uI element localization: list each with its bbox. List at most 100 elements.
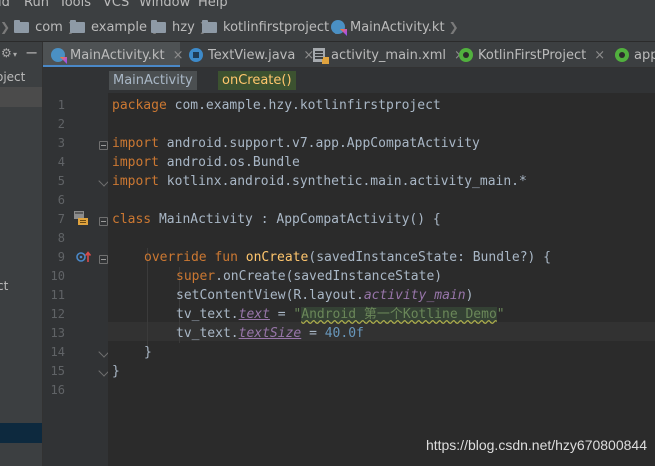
line-number: 7 — [57, 212, 65, 226]
watermark-url: https://blog.csdn.net/hzy670800844 — [425, 437, 647, 453]
tab-label: KotlinFirstProject — [478, 47, 587, 63]
menu-item-run[interactable]: Run — [24, 0, 49, 10]
folder-icon — [202, 19, 217, 33]
code-text: tv_text. — [176, 307, 239, 322]
menu-bar: ld Run Tools VCS Window Help — [0, 0, 655, 12]
breadcrumb-label: MainActivity.kt — [350, 19, 445, 35]
menu-item-window[interactable]: Window — [139, 0, 190, 10]
kotlin-project-icon — [459, 48, 473, 62]
function-name: onCreate — [245, 250, 309, 265]
structure-function-chip[interactable]: onCreate() — [218, 71, 296, 90]
tab-activity-main-xml[interactable]: activity_main.xml × — [305, 42, 465, 67]
code-line-15: } — [112, 362, 120, 381]
code-line-4: import android.os.Bundle — [112, 153, 300, 172]
dropdown-arrow-icon[interactable]: ▾ — [13, 50, 17, 59]
line-number: 3 — [57, 136, 65, 150]
override-method-icon[interactable] — [76, 250, 92, 264]
line-number: 15 — [50, 364, 65, 378]
collapse-icon[interactable]: − — [25, 43, 38, 62]
fold-marker-icon[interactable] — [99, 141, 108, 150]
breadcrumb-separator-icon: ❯ — [0, 20, 11, 34]
tab-kotlinfirstproject[interactable]: KotlinFirstProject × — [451, 42, 607, 67]
tab-label: activity_main.xml — [331, 47, 447, 63]
breadcrumb-separator-icon: ❯ — [448, 20, 459, 34]
gear-icon[interactable]: ⚙ — [1, 46, 12, 60]
tab-label: app — [634, 47, 655, 63]
string-literal: Android 第一个Kotline Demo — [301, 307, 497, 322]
fold-marker-icon[interactable] — [99, 255, 108, 264]
line-number: 2 — [57, 117, 65, 131]
kotlin-file-icon — [51, 48, 65, 62]
tab-mainactivity-kt[interactable]: MainActivity.kt × — [43, 42, 183, 67]
code-line-14: } — [144, 343, 152, 362]
project-tree-item[interactable]: ct — [0, 279, 8, 293]
breadcrumb-item-example[interactable]: example ❯ — [70, 19, 161, 35]
code-text: kotlinx.android.synthetic.main.activity_… — [158, 174, 527, 189]
editor-tab-bar: MainActivity.kt × TextView.java × activi… — [43, 42, 655, 68]
xml-layout-icon — [313, 48, 329, 64]
close-icon[interactable]: × — [594, 48, 605, 63]
structure-class-chip[interactable]: MainActivity — [109, 71, 197, 90]
folder-icon — [14, 19, 30, 33]
code-text: com.example.hzy.kotlinfirstproject — [166, 98, 441, 113]
breadcrumb-item-hzy[interactable]: hzy ❯ — [151, 19, 209, 35]
breadcrumb-item-mainactivity[interactable]: MainActivity.kt ❯ — [331, 19, 459, 35]
code-text: ) — [465, 288, 474, 303]
tab-textview-java[interactable]: TextView.java × — [181, 42, 314, 67]
property-reference: textSize — [238, 326, 302, 341]
keyword: import — [112, 174, 159, 189]
code-text: MainActivity : AppCompatActivity() { — [151, 212, 441, 227]
tab-app[interactable]: app — [607, 42, 655, 67]
code-text: (savedInstanceState: Bundle?) { — [308, 250, 552, 265]
folder-icon — [151, 19, 166, 33]
menu-item-help[interactable]: Help — [198, 0, 228, 10]
menu-item-vcs[interactable]: VCS — [103, 0, 129, 10]
code-text: = — [301, 326, 325, 341]
keyword: super — [176, 269, 216, 284]
code-line-5: import kotlinx.android.synthetic.main.ac… — [112, 172, 527, 191]
keyword: import — [112, 155, 159, 170]
keyword: override fun — [144, 250, 238, 265]
code-text: android.support.v7.app.AppCompatActivity — [158, 136, 480, 151]
breadcrumb-label: example — [91, 19, 147, 35]
keyword: class — [112, 212, 152, 227]
breadcrumb-item-com[interactable]: ❯ com ❯ — [0, 19, 77, 35]
code-text: .onCreate(savedInstanceState) — [215, 269, 443, 284]
tab-label: TextView.java — [208, 47, 296, 63]
project-tree-row-selected[interactable] — [0, 423, 42, 443]
folder-icon — [70, 19, 85, 33]
breadcrumb-label: kotlinfirstproject — [223, 19, 330, 35]
project-tree-row-highlighted[interactable] — [0, 87, 42, 107]
breadcrumb-label: com — [35, 19, 63, 35]
line-number: 1 — [57, 98, 65, 112]
code-editor[interactable]: package com.example.hzy.kotlinfirstproje… — [108, 93, 655, 466]
code-line-11: setContentView(R.layout.activity_main) — [176, 286, 473, 305]
fold-marker-icon[interactable] — [99, 217, 108, 226]
navigation-bar: ❯ com ❯ example ❯ hzy ❯ kotlinfirstproje… — [0, 12, 655, 42]
breadcrumb-item-kotlinfirstproject[interactable]: kotlinfirstproject ❯ — [202, 19, 343, 35]
menu-item-tools[interactable]: Tools — [59, 0, 91, 10]
code-line-3: import android.support.v7.app.AppCompatA… — [112, 134, 480, 153]
code-text: } — [112, 364, 120, 379]
editor-gutter: 1 2 3 4 5 6 7 8 9 10 11 12 13 14 15 16 — [43, 93, 110, 466]
line-number: 8 — [57, 231, 65, 245]
tab-label: MainActivity.kt — [70, 47, 165, 63]
line-number: 9 — [57, 250, 65, 264]
code-line-10: super.onCreate(savedInstanceState) — [176, 267, 442, 286]
code-text: setContentView(R.layout. — [176, 288, 364, 303]
number-literal: 40.0f — [324, 326, 364, 341]
code-line-13: tv_text.textSize = 40.0f — [176, 324, 364, 343]
breadcrumb-label: hzy — [172, 19, 195, 35]
code-line-7: class MainActivity : AppCompatActivity()… — [112, 210, 441, 229]
line-number: 12 — [50, 307, 65, 321]
related-layout-icon[interactable] — [73, 210, 89, 226]
code-text: = — [269, 307, 294, 322]
keyword: import — [112, 136, 159, 151]
code-text: android.os.Bundle — [158, 155, 300, 170]
line-number: 11 — [50, 288, 65, 302]
project-panel: ⚙ ▾ − oject ct — [0, 42, 43, 466]
code-line-1: package com.example.hzy.kotlinfirstproje… — [112, 96, 441, 115]
project-panel-header: oject — [0, 70, 26, 84]
menu-item-build[interactable]: ld — [0, 0, 10, 10]
line-number: 6 — [57, 193, 65, 207]
